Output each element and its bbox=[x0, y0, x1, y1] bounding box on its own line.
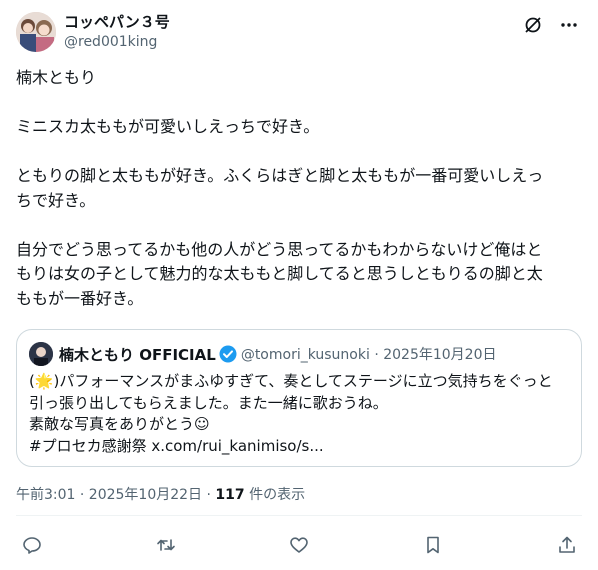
quoted-post-text: (🌟)パフォーマンスがまふゆすぎて、奏としてステージに立つ気持ちをぐっと 引っ張… bbox=[29, 372, 553, 455]
verified-badge-icon bbox=[219, 345, 237, 363]
tweet-header: コッペパン３号 @red001king bbox=[16, 10, 582, 54]
views-count: 117 bbox=[215, 487, 245, 503]
share-icon[interactable] bbox=[556, 534, 578, 556]
post-text: 楠木ともり ミニスカ太ももが可愛いしえっちで好き。 ともりの脚と太ももが好き。ふ… bbox=[16, 68, 544, 308]
author-display-name[interactable]: コッペパン３号 bbox=[64, 12, 170, 32]
author-name-block: コッペパン３号 @red001king bbox=[64, 12, 170, 52]
bookmark-icon[interactable] bbox=[422, 534, 444, 556]
quoted-author-avatar[interactable] bbox=[29, 342, 53, 366]
divider bbox=[16, 515, 582, 516]
more-icon[interactable] bbox=[558, 14, 580, 36]
quoted-post[interactable]: 楠木ともり OFFICIAL @tomori_kusunoki · 2025年1… bbox=[16, 329, 582, 467]
like-icon[interactable] bbox=[288, 534, 310, 556]
post-timestamp-line: 午前3:01 · 2025年10月22日 · 117 件の表示 bbox=[16, 484, 305, 504]
quoted-post-header: 楠木ともり OFFICIAL @tomori_kusunoki · 2025年1… bbox=[29, 342, 496, 366]
views-label: 件の表示 bbox=[244, 487, 306, 503]
header-icons bbox=[522, 14, 580, 36]
quoted-author-name[interactable]: 楠木ともり OFFICIAL bbox=[59, 344, 216, 365]
grok-icon[interactable] bbox=[522, 14, 544, 36]
action-bar bbox=[16, 531, 582, 559]
author-avatar[interactable] bbox=[16, 12, 56, 52]
reply-icon[interactable] bbox=[21, 534, 43, 556]
repost-icon[interactable] bbox=[155, 534, 177, 556]
author-handle[interactable]: @red001king bbox=[64, 33, 170, 52]
quoted-post-meta: @tomori_kusunoki · 2025年10月20日 bbox=[240, 347, 497, 363]
post-timestamp[interactable]: 午前3:01 · 2025年10月22日 · bbox=[16, 487, 215, 503]
